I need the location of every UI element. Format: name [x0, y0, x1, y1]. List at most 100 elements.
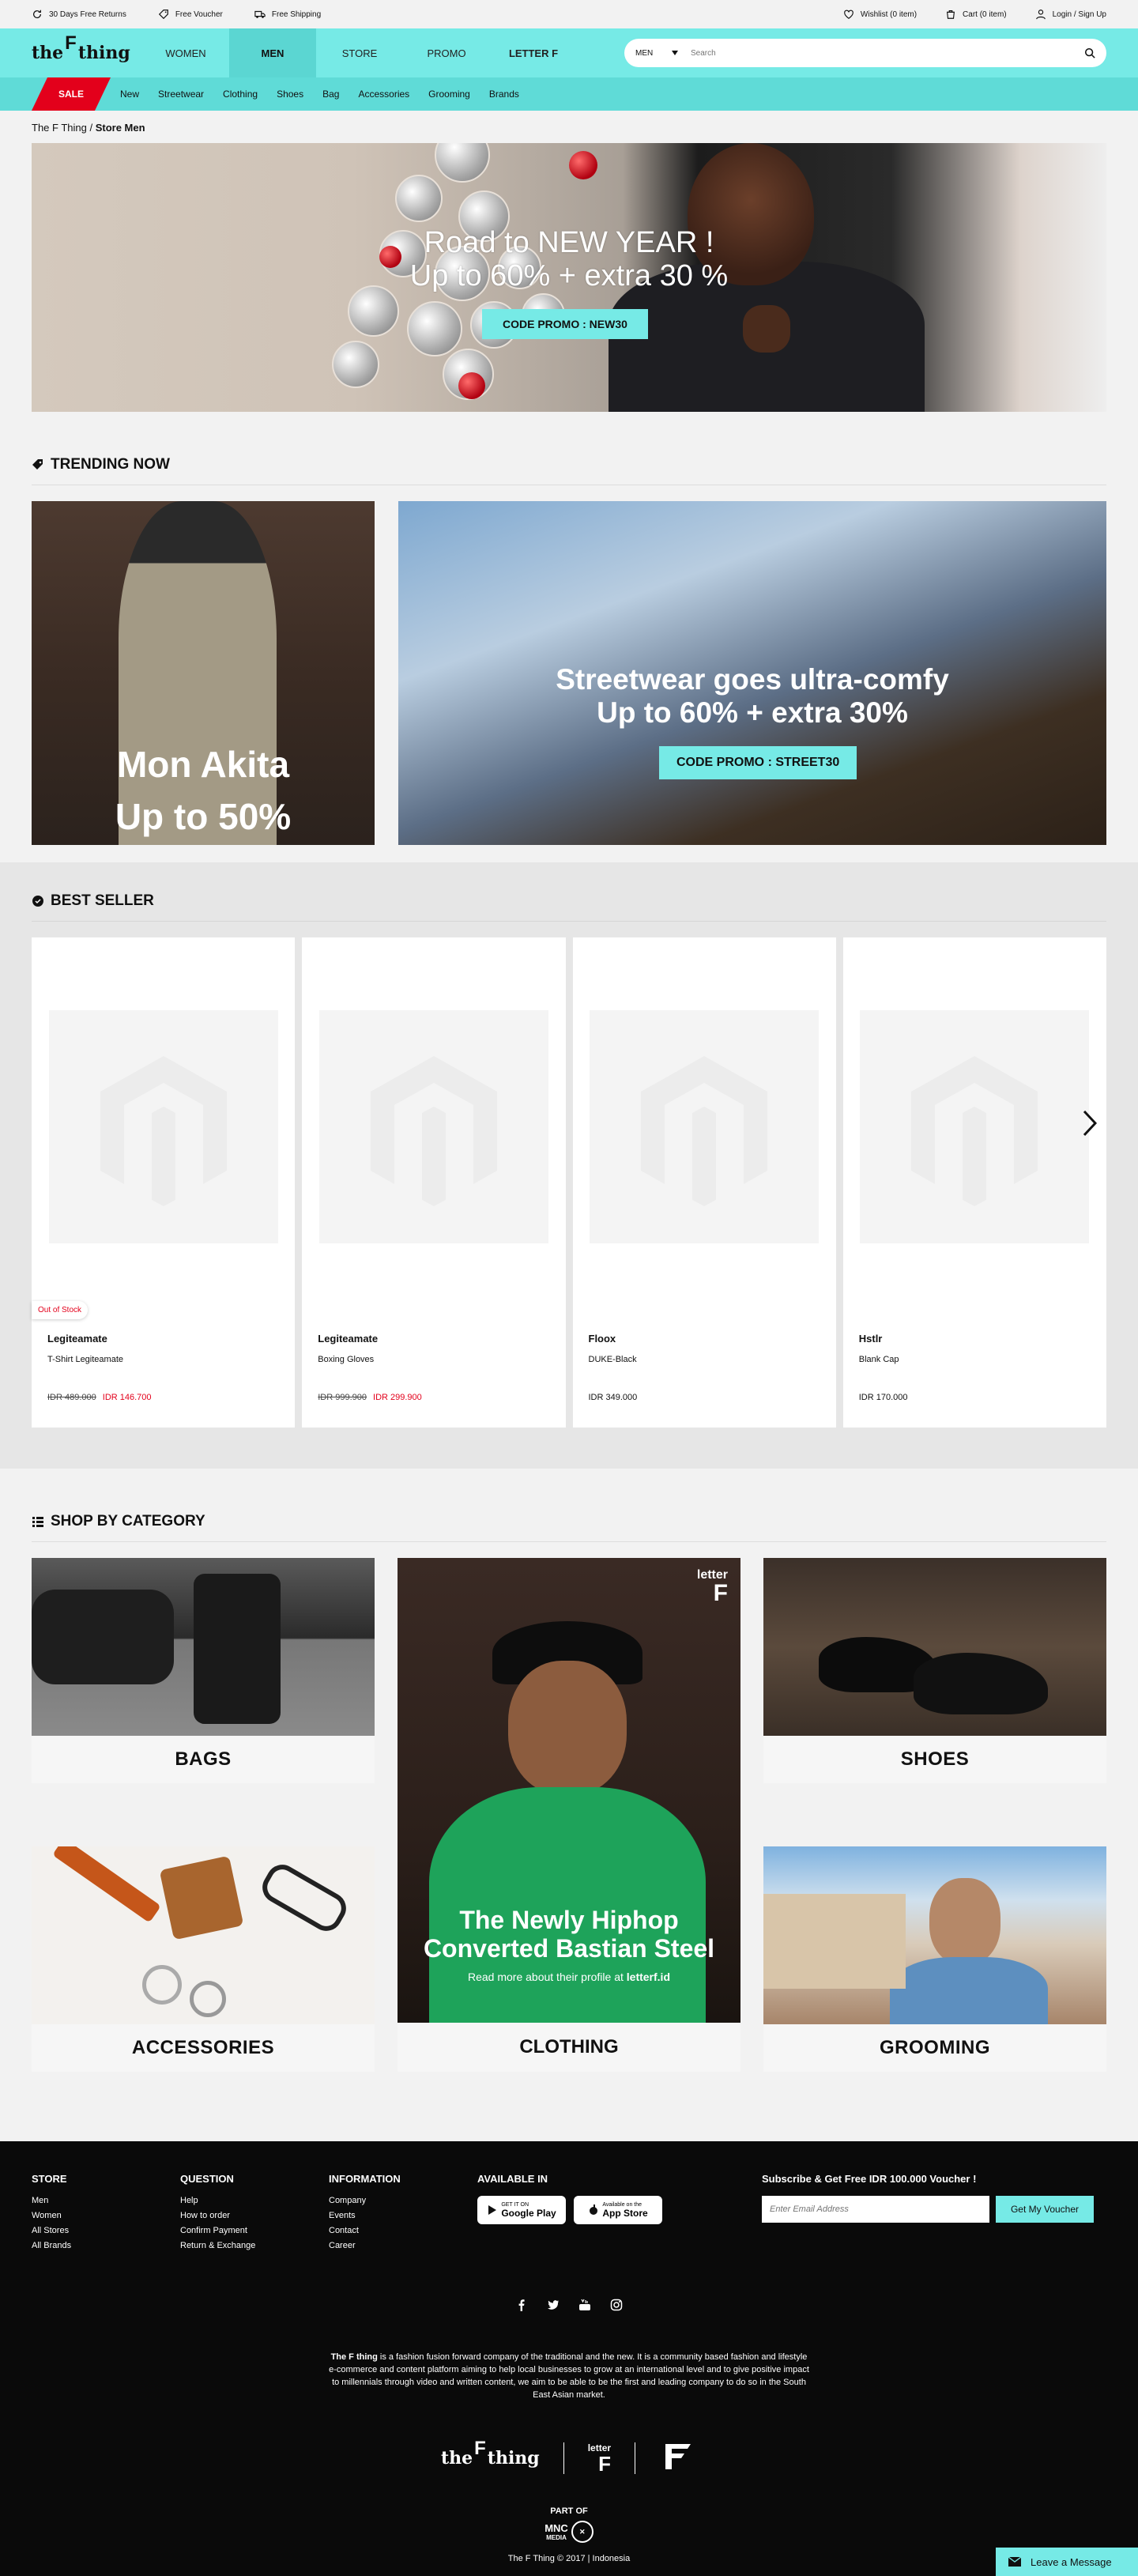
product-brand[interactable]: Legiteamate — [47, 1333, 107, 1345]
product-name[interactable]: Blank Cap — [859, 1355, 899, 1364]
trending-left-line2: Up to 50% — [115, 796, 292, 837]
youtube-icon[interactable] — [578, 2299, 591, 2311]
product-name[interactable]: T-Shirt Legiteamate — [47, 1355, 123, 1364]
nav-store[interactable]: STORE — [316, 28, 403, 77]
product-card[interactable]: Out of Stock Legiteamate T-Shirt Legitea… — [32, 937, 296, 1428]
nav-men[interactable]: MEN — [229, 28, 316, 77]
trending-banner-mon-akita[interactable]: Mon Akita Up to 50% — [32, 501, 375, 845]
product-name[interactable]: DUKE-Black — [589, 1355, 637, 1364]
placeholder-logo-icon — [100, 1055, 227, 1206]
product-brand[interactable]: Floox — [589, 1333, 616, 1345]
search-category-select[interactable]: MEN — [635, 49, 683, 58]
product-card[interactable]: Floox DUKE-Black IDR 349.000 — [572, 937, 836, 1428]
wishlist-link[interactable]: Wishlist (0 item) — [843, 9, 917, 20]
leave-message-button[interactable]: Leave a Message — [996, 2548, 1138, 2576]
footer-logo-separator — [563, 2442, 564, 2474]
footer-link-how-to-order[interactable]: How to order — [180, 2211, 329, 2220]
product-name[interactable]: Boxing Gloves — [318, 1355, 374, 1364]
footer-link-career[interactable]: Career — [329, 2241, 477, 2250]
cart-link[interactable]: Cart (0 item) — [945, 9, 1007, 20]
subnav-clothing[interactable]: Clothing — [223, 89, 258, 100]
subnav-new[interactable]: New — [120, 89, 139, 100]
category-accessories-image — [32, 1846, 375, 2024]
category-clothing-image: letter F The Newly Hiphop Converted Bast… — [398, 1558, 740, 2023]
footer-link-return-exchange[interactable]: Return & Exchange — [180, 2241, 329, 2250]
subscribe-button[interactable]: Get My Voucher — [996, 2196, 1094, 2223]
category-accessories[interactable]: ACCESSORIES — [32, 1846, 375, 2072]
product-old-price: IDR 999.900 — [318, 1393, 367, 1402]
streetwear-promo-button[interactable]: CODE PROMO : STREET30 — [659, 746, 857, 779]
subnav-shoes[interactable]: Shoes — [277, 89, 303, 100]
login-link[interactable]: Login / Sign Up — [1035, 9, 1106, 20]
footer-link-women[interactable]: Women — [32, 2211, 180, 2220]
free-voucher[interactable]: Free Voucher — [158, 9, 223, 20]
caret-down-icon — [672, 51, 678, 55]
subnav-bag[interactable]: Bag — [322, 89, 339, 100]
subnav-brands[interactable]: Brands — [489, 89, 519, 100]
trending-grid: Mon Akita Up to 50% Streetwear goes ultr… — [32, 501, 1106, 845]
footer-link-contact[interactable]: Contact — [329, 2226, 477, 2235]
google-play-button[interactable]: GET IT ON Google Play — [477, 2196, 566, 2224]
product-card[interactable]: Hstlr Blank Cap IDR 170.000 — [842, 937, 1106, 1428]
facebook-icon[interactable] — [515, 2299, 528, 2311]
footer-logo-letter-f[interactable]: letter F — [588, 2442, 611, 2474]
category-shoes[interactable]: SHOES — [763, 1558, 1106, 1783]
search-icon[interactable] — [1084, 47, 1095, 58]
subnav-streetwear[interactable]: Streetwear — [158, 89, 204, 100]
footer-link-company[interactable]: Company — [329, 2196, 477, 2205]
twitter-icon[interactable] — [547, 2299, 560, 2311]
category-shoes-label: SHOES — [763, 1736, 1106, 1783]
product-card[interactable]: Legiteamate Boxing Gloves IDR 999.900 IDR… — [302, 937, 566, 1428]
play-icon — [488, 2205, 497, 2215]
hero-banner[interactable]: Road to NEW YEAR ! Up to 60% + extra 30 … — [32, 143, 1106, 412]
footer-link-men[interactable]: Men — [32, 2196, 180, 2205]
sale-link[interactable]: SALE — [32, 77, 111, 111]
footer-logo-f-studio[interactable] — [659, 2441, 697, 2475]
product-brand[interactable]: Legiteamate — [318, 1333, 378, 1345]
carousel-next-button[interactable] — [1078, 1103, 1102, 1143]
list-icon — [32, 1517, 43, 1527]
footer-link-confirm-payment[interactable]: Confirm Payment — [180, 2226, 329, 2235]
footer-link-events[interactable]: Events — [329, 2211, 477, 2220]
subnav-grooming[interactable]: Grooming — [428, 89, 470, 100]
breadcrumb-root[interactable]: The F Thing — [32, 122, 87, 134]
footer-available-title: AVAILABLE IN — [477, 2173, 548, 2185]
footer-link-all-stores[interactable]: All Stores — [32, 2226, 180, 2235]
part-of-label: PART OF — [550, 2506, 588, 2516]
nav-letter-f[interactable]: LETTER F — [490, 28, 577, 77]
footer-col-store: STORE Men Women All Stores All Brands — [32, 2173, 180, 2256]
subscribe-email-input[interactable] — [762, 2196, 989, 2223]
free-returns[interactable]: 30 Days Free Returns — [32, 9, 126, 20]
footer-logo-the-f-thing[interactable]: theFthing — [441, 2438, 540, 2469]
mnc-media-logo[interactable]: MNC MEDIA ✕ — [32, 2521, 1106, 2543]
nav-women[interactable]: WOMEN — [142, 28, 229, 77]
product-brand[interactable]: Hstlr — [859, 1333, 883, 1345]
subnav-accessories[interactable]: Accessories — [358, 89, 409, 100]
search-input[interactable] — [691, 48, 1084, 58]
product-price: IDR 170.000 — [859, 1393, 908, 1402]
placeholder-logo-icon — [641, 1055, 768, 1206]
feature-title: The Newly Hiphop Converted Bastian Steel — [398, 1906, 740, 1963]
nav-promo[interactable]: PROMO — [403, 28, 490, 77]
feature-subtitle-link[interactable]: letterf.id — [627, 1971, 670, 1983]
logo-the: the — [32, 43, 64, 63]
trending-banner-streetwear[interactable]: Streetwear goes ultra-comfy Up to 60% + … — [398, 501, 1106, 845]
category-grooming[interactable]: GROOMING — [763, 1846, 1106, 2072]
best-seller-title: BEST SELLER — [32, 862, 1106, 922]
footer-link-all-brands[interactable]: All Brands — [32, 2241, 180, 2250]
shop-category-title-text: SHOP BY CATEGORY — [51, 1513, 205, 1529]
app-store-button[interactable]: Available on the App Store — [574, 2196, 662, 2224]
hero-promo-button[interactable]: CODE PROMO : NEW30 — [482, 309, 648, 339]
footer-col-question: QUESTION Help How to order Confirm Payme… — [180, 2173, 329, 2256]
category-bags[interactable]: BAGS — [32, 1558, 375, 1783]
category-bags-image — [32, 1558, 375, 1736]
site-logo[interactable]: the Fthing — [32, 28, 142, 77]
footer-link-help[interactable]: Help — [180, 2196, 329, 2205]
instagram-icon[interactable] — [610, 2299, 623, 2311]
breadcrumb: The F Thing / Store Men — [32, 111, 1106, 143]
free-voucher-label: Free Voucher — [175, 9, 223, 19]
free-shipping[interactable]: Free Shipping — [254, 9, 321, 20]
category-clothing[interactable]: letter F The Newly Hiphop Converted Bast… — [398, 1558, 740, 2072]
feature-title-line1: The Newly Hiphop — [459, 1906, 679, 1934]
placeholder-logo-icon — [370, 1055, 497, 1206]
